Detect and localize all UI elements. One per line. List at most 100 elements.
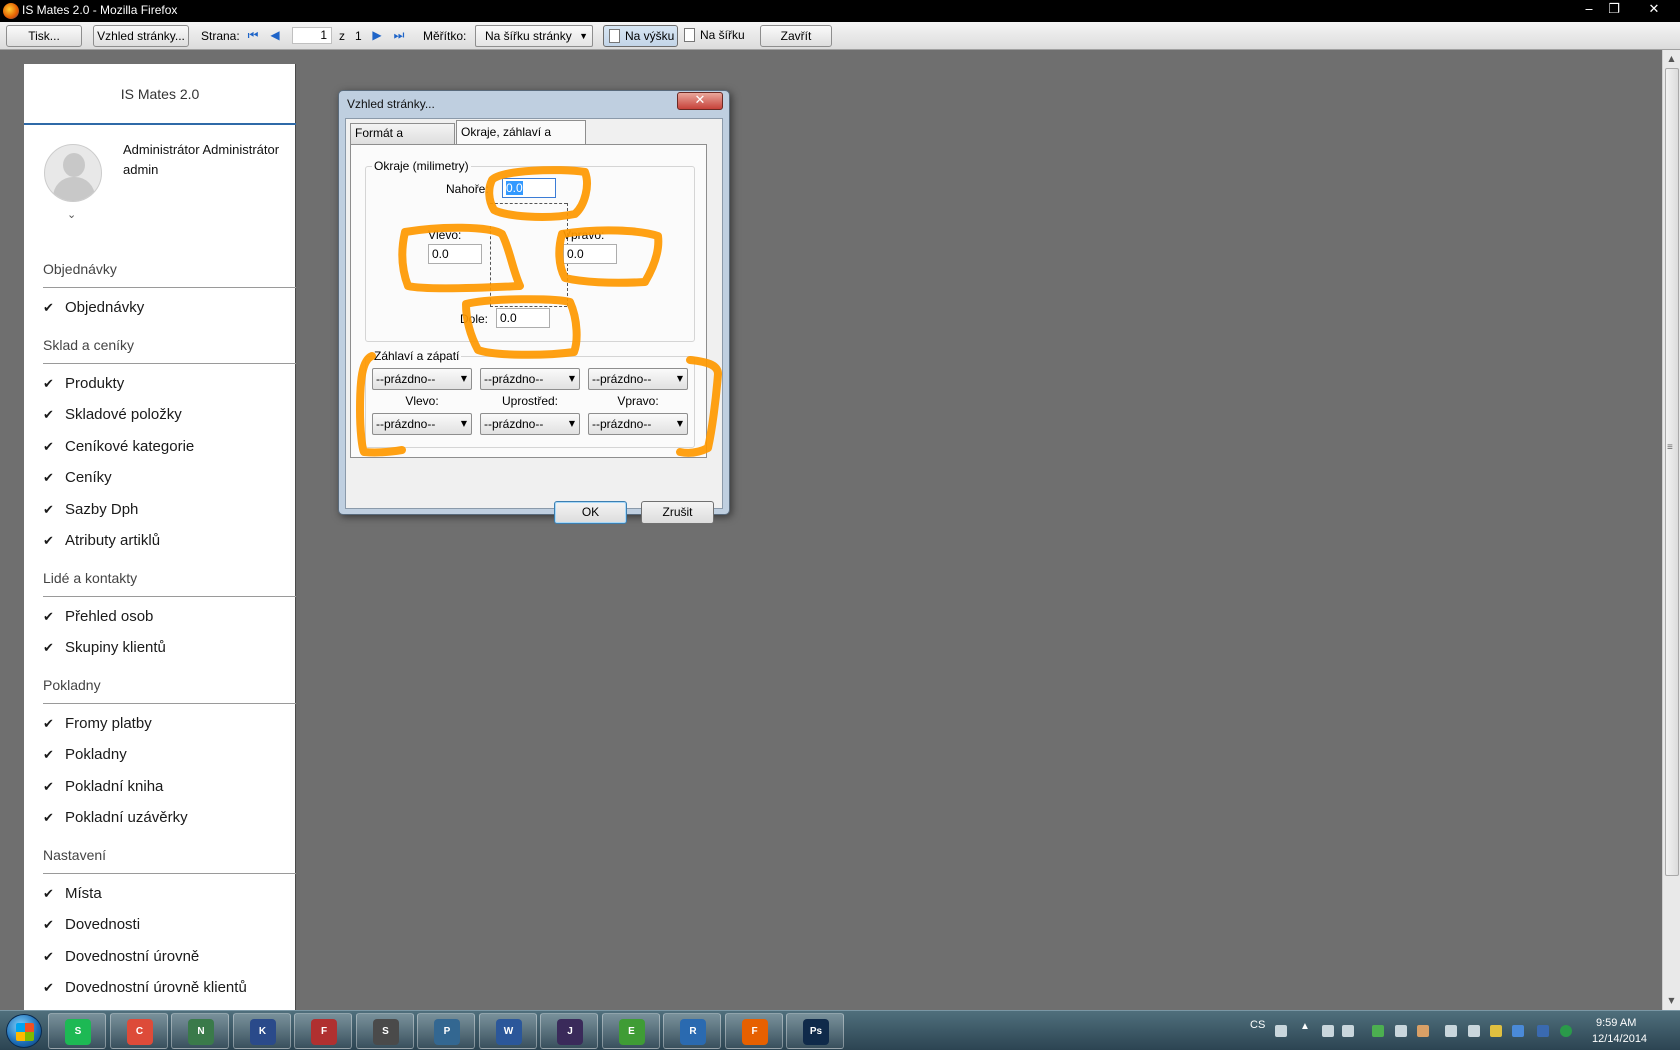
clock-date[interactable]: 12/14/2014 (1592, 1033, 1647, 1045)
ok-button[interactable]: OK (554, 501, 627, 524)
nav-item[interactable]: ✔ Pokladní kniha (43, 778, 163, 795)
app-icon: J (557, 1019, 583, 1045)
tray-app-icon[interactable] (1342, 1025, 1354, 1037)
nav-item[interactable]: ✔ Místa (43, 885, 102, 902)
minimize-button[interactable]: ‒ (1575, 1, 1603, 19)
nav-item-label: Skladové položky (65, 406, 182, 423)
taskbar-app-sublime[interactable]: S (355, 1013, 414, 1049)
page-setup-button[interactable]: Vzhled stránky... (93, 25, 189, 47)
start-button[interactable] (6, 1014, 42, 1048)
column-label-left: Vlevo: (405, 394, 439, 408)
prev-page-icon[interactable]: ◀ (267, 27, 283, 43)
nav-item[interactable]: ✔ Ceníky (43, 469, 112, 486)
keyboard-icon[interactable] (1275, 1025, 1287, 1037)
close-preview-button[interactable]: Zavřít (760, 25, 832, 47)
nav-item[interactable]: ✔ Ceníkové kategorie (43, 438, 194, 455)
nav-item[interactable]: ✔ Dovednosti (43, 916, 140, 933)
nav-item-label: Ceníky (65, 469, 112, 486)
first-page-icon[interactable]: ⏮ (245, 27, 261, 43)
nav-item[interactable]: ✔ Dovednostní úrovně (43, 948, 199, 965)
chevron-down-icon: ▼ (676, 374, 683, 383)
taskbar-app-firefox[interactable]: F (724, 1013, 783, 1049)
portrait-toggle[interactable]: Na výšku (603, 25, 678, 47)
taskbar-app-spotify[interactable]: S (48, 1013, 106, 1049)
footer-left-select[interactable]: --prázdno-- ▼ (372, 413, 472, 435)
header-footer-group-label: Záhlaví a zápatí (372, 349, 462, 363)
scroll-up-icon[interactable]: ▲ (1663, 51, 1680, 67)
nav-item[interactable]: ✔ Sazby Dph (43, 501, 138, 518)
nav-item[interactable]: ✔ Pokladny (43, 746, 127, 763)
check-icon: ✔ (43, 534, 54, 549)
check-icon: ✔ (43, 716, 54, 732)
taskbar-app-network[interactable]: N (171, 1013, 229, 1049)
flag-icon[interactable] (1322, 1025, 1334, 1037)
top-margin-input[interactable]: 0.0 (502, 178, 556, 198)
margins-group-label: Okraje (milimetry) (372, 159, 471, 173)
nav-item[interactable]: ✔ Skladové položky (43, 406, 182, 423)
footer-right-select[interactable]: --prázdno-- ▼ (588, 413, 688, 435)
taskbar-app-save[interactable]: F (294, 1013, 352, 1049)
portrait-page-icon (609, 29, 620, 43)
volume-icon[interactable] (1445, 1025, 1457, 1037)
app-icon: F (741, 1019, 768, 1045)
check-icon: ✔ (43, 376, 54, 392)
right-margin-input[interactable]: 0.0 (563, 244, 617, 264)
tray-expand-icon[interactable]: ▲ (1300, 1021, 1310, 1033)
nav-item[interactable]: ✔ Fromy platby (43, 715, 152, 732)
restore-button[interactable]: ❐ (1600, 1, 1628, 19)
sync-icon[interactable] (1560, 1025, 1572, 1037)
footer-center-select[interactable]: --prázdno-- ▼ (480, 413, 580, 435)
google-drive-icon[interactable] (1512, 1025, 1524, 1037)
tray-color-icon[interactable] (1490, 1025, 1502, 1037)
bottom-margin-input[interactable]: 0.0 (496, 308, 550, 328)
cancel-button[interactable]: Zrušit (641, 501, 714, 524)
app-icon: N (188, 1019, 214, 1045)
last-page-icon[interactable]: ⏭ (391, 27, 407, 43)
dialog-close-button[interactable]: ✕ (677, 92, 723, 110)
header-center-select[interactable]: --prázdno-- ▼ (480, 368, 580, 390)
taskbar-app-keepass[interactable]: K (232, 1013, 291, 1049)
tray-mushroom-icon[interactable] (1417, 1025, 1429, 1037)
nav-item[interactable]: ✔ Přehled osob (43, 608, 153, 625)
scroll-down-icon[interactable]: ▼ (1663, 993, 1680, 1009)
vertical-scrollbar[interactable]: ▲ ≡ ▼ (1662, 50, 1680, 1010)
taskbar-app-photoshop[interactable]: Ps (786, 1013, 844, 1049)
nav-item-label: Dovednosti (65, 916, 141, 933)
nav-item[interactable]: ✔ Skupiny klientů (43, 639, 166, 656)
landscape-toggle[interactable]: Na šířku (682, 25, 752, 47)
keepass-tray-icon[interactable] (1537, 1025, 1549, 1037)
nav-item[interactable]: ✔ Objednávky (43, 299, 144, 316)
nav-item[interactable]: ✔ Dovednostní úrovně klientů (43, 979, 247, 996)
check-icon: ✔ (43, 918, 54, 933)
tab-margins-header-footer[interactable]: Okraje, záhlaví a zápatí (456, 120, 586, 161)
page-number-input[interactable]: 1 (292, 27, 332, 44)
taskbar-app-evernote[interactable]: E (601, 1013, 660, 1049)
taskbar-app-remote-desktop[interactable]: R (663, 1013, 721, 1049)
tab-format-options[interactable]: Formát a možnosti (350, 123, 455, 159)
left-margin-input[interactable]: 0.0 (428, 244, 482, 264)
next-page-icon[interactable]: ▶ (369, 27, 385, 43)
scale-select[interactable]: Na šířku stránky ▼ (475, 25, 593, 47)
nav-item-label: Dovednostní úrovně (65, 947, 200, 965)
header-right-select[interactable]: --prázdno-- ▼ (588, 368, 688, 390)
network-icon[interactable] (1395, 1025, 1407, 1037)
clock-time[interactable]: 9:59 AM (1596, 1017, 1636, 1029)
window-close-button[interactable]: ✕ (1640, 1, 1668, 19)
taskbar-app-postgresql[interactable]: P (417, 1013, 475, 1049)
nav-item[interactable]: ✔ Produkty (43, 375, 124, 392)
chevron-down-icon: ▼ (460, 374, 467, 383)
top-margin-label: Nahoře: (446, 182, 489, 196)
grip-icon: ≡ (1667, 442, 1673, 453)
language-indicator[interactable]: CS (1250, 1019, 1265, 1031)
section-title: Lidé a kontakty (43, 569, 138, 586)
nav-item[interactable]: ✔ Pokladní uzávěrky (43, 809, 188, 826)
taskbar-app-word[interactable]: W (478, 1013, 537, 1049)
notification-icon[interactable] (1468, 1025, 1480, 1037)
taskbar-app-chrome[interactable]: C (109, 1013, 168, 1049)
evernote-tray-icon[interactable] (1372, 1025, 1384, 1037)
print-button[interactable]: Tisk... (6, 25, 82, 47)
nav-item[interactable]: ✔ Atributy artiklů (43, 532, 160, 549)
scrollbar-thumb[interactable] (1665, 68, 1679, 876)
header-left-select[interactable]: --prázdno-- ▼ (372, 368, 472, 390)
taskbar-app-java-ee-ide[interactable]: J (540, 1013, 598, 1049)
